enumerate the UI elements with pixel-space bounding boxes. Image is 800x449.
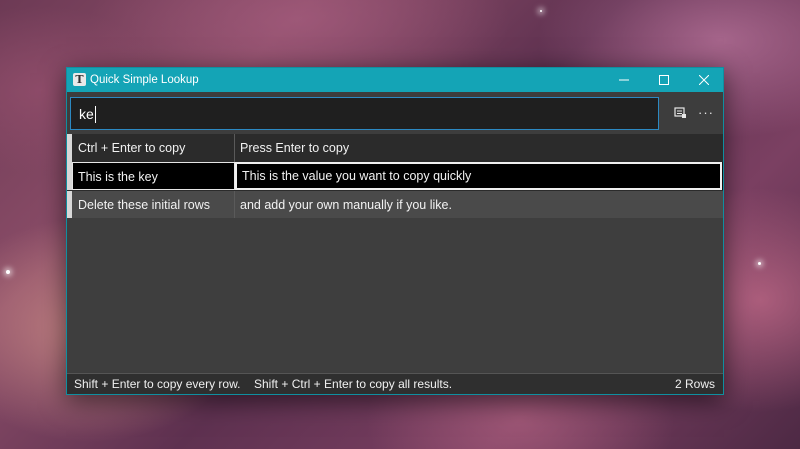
results-grid: Ctrl + Enter to copy Press Enter to copy… [67, 134, 723, 219]
close-icon [699, 75, 709, 85]
status-hint-every-row: Shift + Enter to copy every row. [74, 377, 241, 391]
value-cell[interactable]: and add your own manually if you like. [235, 191, 723, 219]
background-star [540, 10, 542, 12]
import-icon [674, 107, 686, 118]
app-icon: T [73, 73, 86, 86]
value-column-header: Press Enter to copy [240, 141, 350, 155]
search-input[interactable] [79, 104, 639, 124]
grid-header-row: Ctrl + Enter to copy Press Enter to copy [67, 134, 723, 162]
key-cell[interactable]: Delete these initial rows [72, 191, 235, 219]
minimize-button[interactable] [604, 68, 644, 92]
status-hint-all-results: Shift + Ctrl + Enter to copy all results… [254, 377, 453, 391]
search-box[interactable] [70, 97, 659, 130]
more-options-button[interactable]: ··· [698, 103, 718, 123]
close-button[interactable] [684, 68, 724, 92]
table-row[interactable]: Delete these initial rows and add your o… [67, 190, 723, 219]
app-window: T Quick Simple Lookup ke ··· Ctrl + Ente… [66, 67, 724, 395]
minimize-icon [619, 79, 629, 81]
maximize-icon [659, 75, 669, 85]
row-count: 2 Rows [674, 377, 715, 391]
background-star [758, 262, 761, 265]
key-cell[interactable]: This is the key [72, 162, 235, 190]
grid-empty-area [67, 218, 723, 372]
text-caret [95, 106, 96, 123]
background-star [6, 270, 10, 274]
value-cell[interactable]: This is the value you want to copy quick… [235, 162, 722, 190]
window-title: Quick Simple Lookup [90, 74, 199, 86]
table-row[interactable]: This is the key This is the value you wa… [67, 162, 723, 190]
key-column-header: Ctrl + Enter to copy [72, 134, 235, 162]
status-bar: Shift + Enter to copy every row. Shift +… [67, 373, 723, 394]
more-icon: ··· [698, 105, 714, 120]
import-button[interactable] [671, 103, 691, 123]
maximize-button[interactable] [644, 68, 684, 92]
title-bar[interactable]: T Quick Simple Lookup [67, 68, 723, 92]
